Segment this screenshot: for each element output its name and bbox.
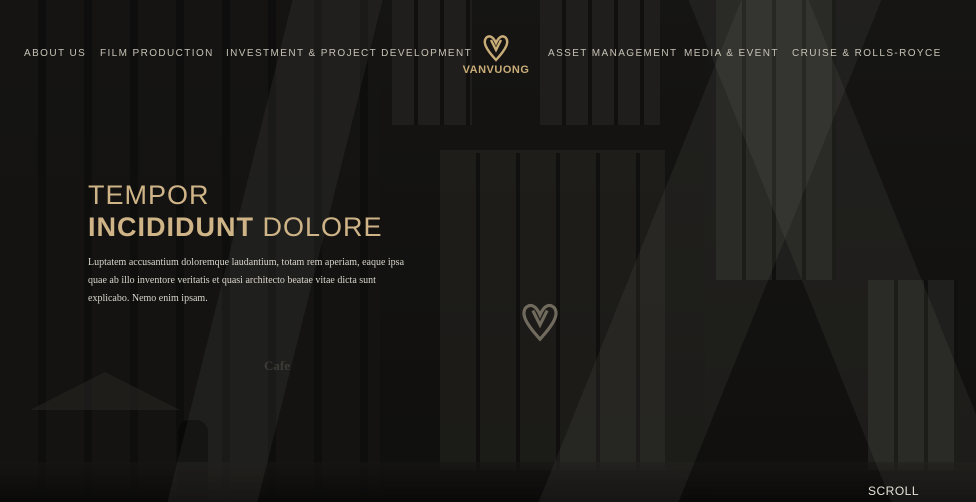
hero-title-line1: TEMPOR [88, 180, 210, 210]
hero-title-strong: INCIDIDUNT [88, 212, 254, 242]
nav-cruise-rolls-royce[interactable]: CRUISE & ROLLS-ROYCE [792, 48, 942, 59]
nav-about-us[interactable]: ABOUT US [24, 48, 86, 59]
hero-section: TEMPOR INCIDIDUNT DOLORE Luptatem accusa… [88, 180, 428, 308]
hero-description: Luptatem accusantium doloremque laudanti… [88, 257, 405, 304]
hero-title-line2: INCIDIDUNT DOLORE [88, 210, 428, 244]
hero-title-light: DOLORE [262, 212, 383, 242]
double-v-heart-logo-icon [483, 35, 509, 62]
building-emblem-icon [520, 302, 560, 347]
nav-investment-project-development[interactable]: INVESTMENT & PROJECT DEVELOPMENT [226, 48, 472, 59]
nav-media-event[interactable]: MEDIA & EVENT [684, 48, 779, 59]
nav-film-production[interactable]: FILM PRODUCTION [100, 48, 214, 59]
brand-logo-text: VANVUONG [462, 64, 530, 76]
nav-asset-management[interactable]: ASSET MANAGEMENT [548, 48, 677, 59]
scroll-indicator[interactable]: SCROLL [868, 484, 919, 498]
brand-logo[interactable]: VANVUONG [456, 34, 536, 76]
